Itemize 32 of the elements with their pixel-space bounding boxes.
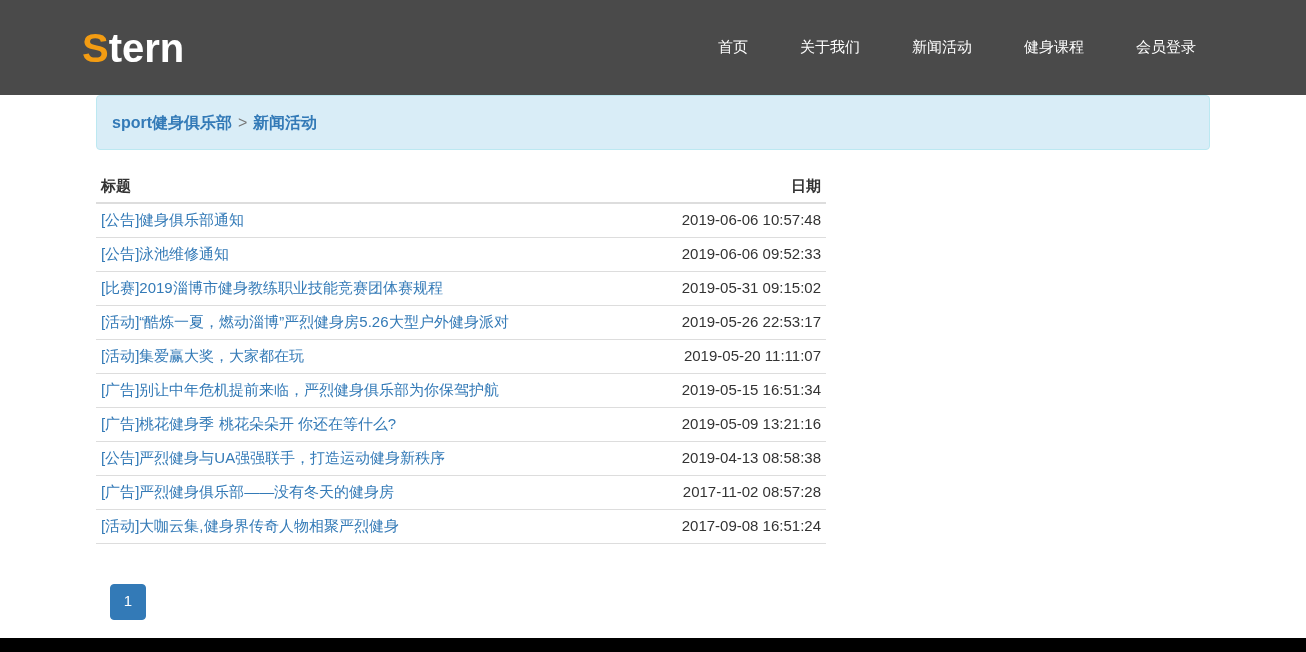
date-cell: 2019-06-06 09:52:33 bbox=[633, 237, 826, 271]
column-header: 日期 bbox=[633, 170, 826, 203]
news-title-link[interactable]: [广告]桃花健身季 桃花朵朵开 你还在等什么? bbox=[101, 414, 396, 432]
date-cell: 2019-05-20 11:11:07 bbox=[633, 339, 826, 373]
column-header: 标题 bbox=[96, 170, 634, 203]
news-title-link[interactable]: [活动]集爱赢大奖，大家都在玩 bbox=[101, 346, 305, 364]
breadcrumb-current: 新闻活动 bbox=[253, 112, 318, 133]
date-cell: 2017-11-02 08:57:28 bbox=[633, 475, 826, 509]
nav-link[interactable]: 健身课程 bbox=[1024, 36, 1084, 59]
news-title-link[interactable]: [公告]泳池维修通知 bbox=[101, 244, 230, 262]
date-cell: 2019-05-31 09:15:02 bbox=[633, 271, 826, 305]
date-cell: 2019-05-26 22:53:17 bbox=[633, 305, 826, 339]
news-title-link[interactable]: [比赛]2019淄博市健身教练职业技能竞赛团体赛规程 bbox=[101, 278, 443, 296]
news-title-link[interactable]: [公告]健身俱乐部通知 bbox=[101, 211, 245, 228]
news-title-link[interactable]: [公告]严烈健身与UA强强联手，打造运动健身新秩序 bbox=[101, 448, 446, 466]
nav-link[interactable]: 关于我们 bbox=[800, 36, 860, 59]
breadcrumb-link[interactable]: sport健身俱乐部 bbox=[112, 110, 232, 135]
news-title-link[interactable]: [广告]严烈健身俱乐部——没有冬天的健身房 bbox=[101, 482, 395, 500]
site-logo[interactable]: Stern bbox=[82, 27, 185, 68]
breadcrumb-separator: > bbox=[238, 112, 248, 133]
nav-link[interactable]: 会员登录 bbox=[1136, 36, 1196, 59]
news-title-link[interactable]: [活动]大咖云集,健身界传奇人物相聚严烈健身 bbox=[101, 516, 399, 534]
date-cell: 2019-04-13 08:58:38 bbox=[633, 441, 826, 475]
date-cell: 2019-05-09 13:21:16 bbox=[633, 407, 826, 441]
news-title-link[interactable]: [广告]别让中年危机提前来临，严烈健身俱乐部为你保驾护航 bbox=[101, 380, 500, 398]
news-title-link[interactable]: [活动]“酷炼一夏，燃动淄博”严烈健身房5.26大型户外健身派对 bbox=[101, 312, 509, 330]
date-cell: 2017-09-08 16:51:24 bbox=[633, 509, 826, 543]
page-button[interactable]: 1 bbox=[110, 583, 146, 620]
date-cell: 2019-05-15 16:51:34 bbox=[633, 373, 826, 407]
date-cell: 2019-06-06 10:57:48 bbox=[633, 203, 826, 237]
nav-link[interactable]: 新闻活动 bbox=[912, 36, 972, 59]
nav-link[interactable]: 首页 bbox=[718, 36, 748, 59]
